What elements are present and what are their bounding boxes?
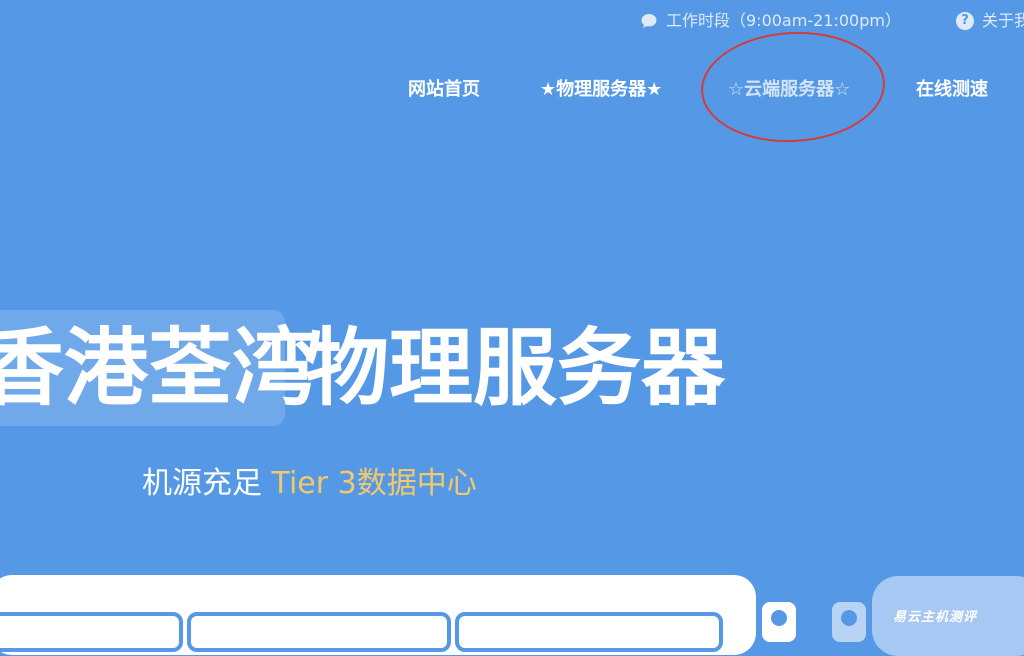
- nav-item-home[interactable]: 网站首页: [408, 72, 480, 108]
- plan-card[interactable]: [455, 612, 723, 652]
- hero-location: 香港荃湾: [0, 319, 317, 417]
- nav-item-speed-test[interactable]: 在线测速: [916, 72, 988, 108]
- hero-subtitle: 机源充足 Tier 3数据中心: [142, 462, 477, 506]
- side-widget[interactable]: [762, 602, 796, 642]
- subtitle-plain: 机源充足: [142, 466, 272, 501]
- hero-title: 物理服务器: [305, 319, 726, 417]
- nav-item-cloud-servers[interactable]: ☆云端服务器☆: [728, 72, 850, 108]
- nav-item-physical-servers[interactable]: ★物理服务器★: [540, 72, 662, 108]
- about-label: 关于我: [982, 11, 1024, 30]
- question-circle-icon: ?: [956, 12, 974, 30]
- work-hours: 工作时段（9:00am-21:00pm）: [640, 8, 901, 34]
- main-nav: 网站首页 ★物理服务器★ ☆云端服务器☆ 在线测速: [0, 72, 1024, 108]
- plan-card[interactable]: [0, 612, 183, 652]
- side-widget[interactable]: [832, 602, 866, 642]
- work-hours-label: 工作时段（9:00am-21:00pm）: [666, 11, 901, 30]
- about-link[interactable]: ? 关于我: [956, 8, 1024, 34]
- widget-dot-icon: [841, 610, 857, 626]
- plan-card[interactable]: [187, 612, 451, 652]
- chat-bubble-icon: [641, 14, 657, 28]
- top-info-bar: 工作时段（9:00am-21:00pm） ? 关于我: [640, 8, 1024, 34]
- subtitle-highlight: Tier 3数据中心: [271, 466, 477, 501]
- watermark: 易云主机测评: [893, 610, 978, 625]
- widget-dot-icon: [771, 610, 787, 626]
